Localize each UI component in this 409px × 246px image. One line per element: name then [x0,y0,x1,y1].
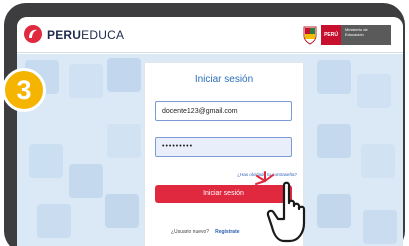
tablet-frame: PERUEDUCA PERÚ Ministerio de Educación I… [4,3,405,246]
bg-tile [69,64,103,98]
site-header: PERUEDUCA PERÚ Ministerio de Educación [17,17,403,53]
bg-tile [107,58,141,92]
register-link[interactable]: Regístrate [215,229,239,235]
bg-tile [105,194,139,228]
bg-tile [317,194,351,228]
gov-ministry-label: Ministerio de Educación [341,25,391,45]
gov-peru-label: PERÚ [321,25,341,45]
bg-tile [29,144,63,178]
bg-tile [69,164,103,198]
government-logo: PERÚ Ministerio de Educación [302,25,391,45]
brand-bold: PERU [47,28,82,42]
new-user-label: ¿Usuario nuevo? [171,229,210,235]
password-field[interactable]: ••••••••• [155,137,292,157]
bg-tile [317,124,351,158]
tablet-screen: PERUEDUCA PERÚ Ministerio de Educación I… [17,17,403,246]
bg-tile [357,74,391,108]
new-user-row: ¿Usuario nuevo? Regístrate [171,229,240,235]
perueduca-logo-icon [24,25,42,43]
brand-name: PERUEDUCA [47,28,124,42]
email-field[interactable]: docente123@gmail.com [155,101,292,121]
bg-tile [363,210,397,244]
login-title: Iniciar sesión [194,74,254,85]
bg-tile [317,60,351,94]
hand-cursor-icon [255,171,306,243]
bg-tile [107,124,141,158]
step-badge: 3 [2,68,46,112]
bg-tile [37,204,71,238]
bg-tile [361,144,395,178]
peru-shield-icon [303,26,317,45]
illustration-stage: PERUEDUCA PERÚ Ministerio de Educación I… [0,0,409,246]
brand-rest: EDUCA [81,28,125,42]
